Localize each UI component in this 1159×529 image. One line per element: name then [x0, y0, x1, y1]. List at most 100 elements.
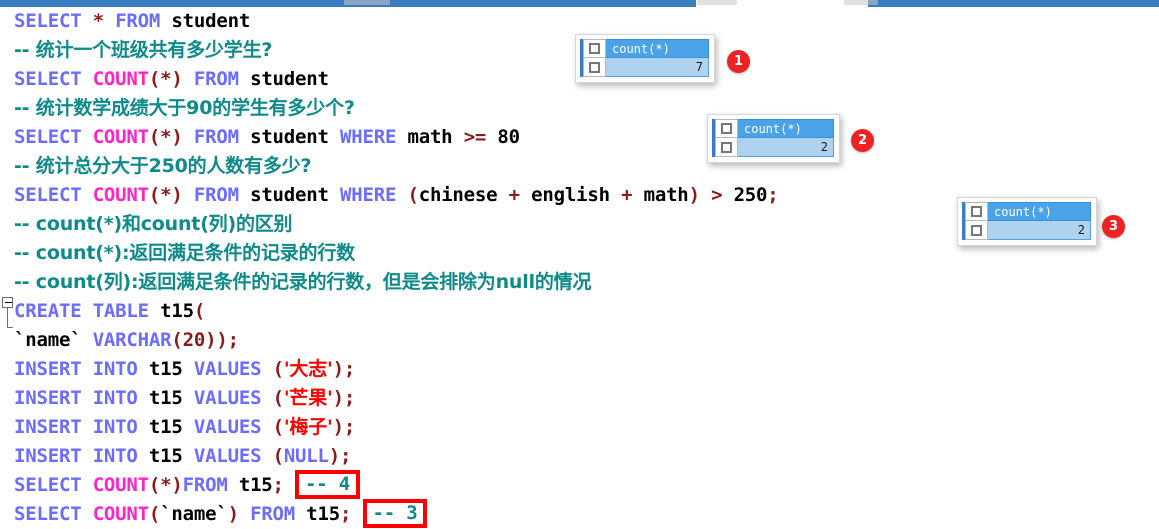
sql-semicolon: ; — [767, 184, 779, 206]
collapse-minus-icon[interactable] — [2, 297, 13, 308]
sql-operator: + — [621, 184, 633, 206]
sql-comment: -- count(*)和count(列)的区别 — [14, 213, 293, 235]
sql-number: 250 — [733, 184, 768, 206]
result-row-headers — [965, 202, 988, 240]
sql-keyword: SELECT — [14, 503, 82, 525]
sql-function: COUNT — [92, 68, 149, 90]
sql-keyword: WHERE — [340, 184, 397, 206]
query-result-popup-1[interactable]: count(*) 7 — [575, 34, 715, 83]
sql-table-name: student — [250, 68, 329, 90]
sql-column: chinese — [418, 184, 498, 206]
checkbox-icon[interactable] — [589, 43, 600, 54]
sql-table-name: t15 — [160, 300, 194, 322]
sql-keyword: SELECT — [14, 68, 82, 90]
code-line-15[interactable]: INSERT INTO t15 VALUES ('梅子'); — [14, 413, 1154, 442]
sql-function: COUNT — [92, 474, 149, 496]
sql-keyword: FROM — [193, 68, 239, 90]
code-line-16[interactable]: INSERT INTO t15 VALUES (NULL); — [14, 442, 1154, 471]
sql-args: (*) — [148, 184, 183, 206]
toolbar-ghost-item-2[interactable] — [697, 0, 737, 5]
sql-paren-open: ( — [272, 358, 284, 380]
sql-table-name: t15 — [238, 474, 273, 496]
sql-args: (*) — [148, 474, 183, 496]
result-row-selector[interactable] — [583, 58, 606, 77]
sql-paren-close: ); — [332, 358, 356, 380]
sql-keyword: INSERT — [14, 445, 82, 467]
sql-keyword: SELECT — [14, 10, 82, 32]
sql-function: COUNT — [92, 184, 149, 206]
query-result-popup-2[interactable]: count(*) 2 — [707, 114, 840, 163]
result-row-selector[interactable] — [715, 138, 738, 157]
toolbar-ghost-item-1[interactable] — [344, 0, 390, 5]
sql-paren-close: ); — [332, 387, 356, 409]
sql-table-name: t15 — [306, 503, 341, 525]
result-column-header: count(*) — [988, 202, 1091, 221]
result-row-headers — [715, 119, 738, 157]
sql-keyword: TABLE — [92, 300, 149, 322]
sql-table-name: t15 — [148, 445, 183, 467]
sql-table-name: student — [171, 10, 251, 32]
result-row-selector[interactable] — [965, 221, 988, 240]
sql-paren-open: ( — [272, 416, 284, 438]
code-line-1[interactable]: SELECT * FROM student — [14, 7, 1154, 36]
sql-table-name: t15 — [148, 358, 183, 380]
code-line-12[interactable]: `name` VARCHAR(20)); — [14, 326, 1154, 355]
sql-paren-close: ) — [227, 503, 239, 525]
result-column-header: count(*) — [738, 119, 834, 138]
result-cells: count(*) 7 — [606, 39, 709, 77]
sql-keyword: FROM — [193, 184, 239, 206]
sql-args: (*) — [148, 68, 183, 90]
result-cell-value[interactable]: 2 — [988, 221, 1091, 240]
sql-keyword: FROM — [115, 10, 161, 32]
result-header-selector[interactable] — [715, 119, 738, 138]
sql-keyword: FROM — [193, 126, 239, 148]
checkbox-icon[interactable] — [589, 61, 600, 73]
editor-gutter — [0, 7, 14, 528]
result-header-selector[interactable] — [965, 202, 988, 221]
code-line-5[interactable]: SELECT COUNT(*) FROM student WHERE math … — [14, 123, 1154, 152]
highlighted-comment-box-1: -- 4 — [295, 470, 361, 499]
code-line-11[interactable]: CREATE TABLE t15( — [14, 297, 1154, 326]
application-toolbar — [0, 0, 1159, 8]
sql-table-name: t15 — [148, 387, 183, 409]
code-line-13[interactable]: INSERT INTO t15 VALUES ('大志'); — [14, 355, 1154, 384]
sql-function: COUNT — [92, 503, 149, 525]
sql-keyword: SELECT — [14, 184, 82, 206]
sql-comment: -- 统计总分大于250的人数有多少? — [14, 155, 312, 177]
checkbox-icon[interactable] — [721, 141, 732, 153]
result-grid: count(*) 2 — [712, 119, 834, 157]
sql-semicolon: ; — [272, 474, 284, 496]
result-cell-value[interactable]: 2 — [738, 138, 834, 157]
result-header-selector[interactable] — [583, 39, 606, 58]
sql-datatype: VARCHAR — [92, 329, 172, 351]
sql-keyword: FROM — [182, 474, 228, 496]
sql-paren-open: ( — [272, 445, 284, 467]
checkbox-icon[interactable] — [721, 123, 732, 134]
toolbar-ghost-item-3[interactable] — [844, 0, 878, 5]
checkbox-icon[interactable] — [971, 224, 982, 236]
result-column-header: count(*) — [606, 39, 709, 58]
sql-null-keyword: NULL — [283, 445, 329, 467]
code-line-10[interactable]: -- count(列):返回满足条件的记录的行数，但是会排除为null的情况 — [14, 268, 1154, 297]
code-line-6[interactable]: -- 统计总分大于250的人数有多少? — [14, 152, 1154, 181]
sql-args: (20)); — [171, 329, 239, 351]
sql-paren-open: ( — [272, 387, 284, 409]
code-line-17[interactable]: SELECT COUNT(*)FROM t15; -- 4 — [14, 470, 1154, 500]
sql-keyword: VALUES — [193, 445, 262, 467]
code-line-18[interactable]: SELECT COUNT(`name`) FROM t15; -- 3 — [14, 499, 1154, 529]
result-cell-value[interactable]: 7 — [606, 58, 709, 77]
result-grid: count(*) 2 — [962, 202, 1091, 240]
sql-keyword: INTO — [92, 387, 138, 409]
checkbox-icon[interactable] — [971, 206, 982, 217]
query-result-popup-3[interactable]: count(*) 2 — [957, 197, 1097, 246]
result-cells: count(*) 2 — [738, 119, 834, 157]
sql-paren-open: ( — [193, 300, 206, 322]
sql-string-literal: '梅子' — [283, 416, 333, 438]
sql-keyword: SELECT — [14, 474, 82, 496]
code-lines[interactable]: SELECT * FROM student -- 统计一个班级共有多少学生? S… — [14, 7, 1154, 529]
sql-number: 80 — [497, 126, 520, 148]
sql-code-editor[interactable]: SELECT * FROM student -- 统计一个班级共有多少学生? S… — [0, 7, 1159, 528]
code-line-4[interactable]: -- 统计数学成绩大于90的学生有多少个? — [14, 94, 1154, 123]
code-line-14[interactable]: INSERT INTO t15 VALUES ('芒果'); — [14, 384, 1154, 413]
sql-column: `name` — [160, 503, 228, 525]
